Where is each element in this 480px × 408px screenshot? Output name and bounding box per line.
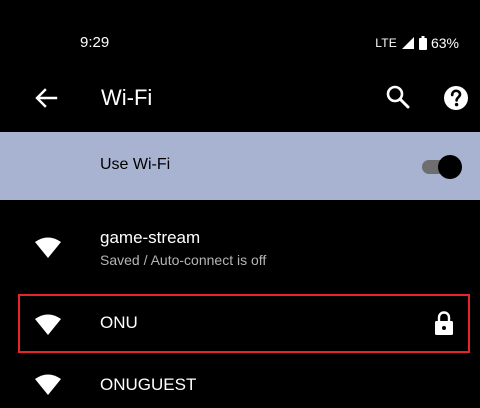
use-wifi-row[interactable]: Use Wi-Fi: [0, 132, 480, 200]
use-wifi-label: Use Wi-Fi: [100, 156, 171, 173]
search-icon[interactable]: [384, 83, 412, 111]
network-type-label: LTE: [375, 36, 397, 50]
status-time: 9:29: [80, 34, 110, 51]
page-title: Wi-Fi: [101, 85, 153, 110]
battery-icon: [418, 36, 427, 50]
network-status: Saved / Auto-connect is off: [100, 252, 267, 268]
signal-icon: [401, 37, 414, 49]
toggle-thumb: [438, 155, 462, 179]
app-bar: Wi-Fi: [0, 70, 480, 126]
network-item-game-stream[interactable]: game-stream Saved / Auto-connect is off: [0, 212, 480, 288]
back-arrow-icon[interactable]: [30, 84, 62, 112]
selection-highlight-box: [18, 294, 470, 353]
wifi-settings-screen: 9:29 LTE 63% Wi-Fi Use Wi-Fi game-stream…: [0, 0, 480, 408]
use-wifi-toggle[interactable]: [422, 154, 462, 180]
network-item-onuguest[interactable]: ONUGUEST: [0, 362, 480, 408]
status-indicators: LTE 63%: [375, 34, 459, 52]
wifi-signal-icon: [35, 374, 61, 395]
help-icon[interactable]: [441, 83, 471, 113]
network-name: game-stream: [100, 228, 201, 247]
network-name: ONUGUEST: [100, 375, 197, 394]
status-bar: 9:29 LTE 63%: [0, 0, 480, 62]
wifi-signal-icon: [35, 237, 61, 258]
battery-percentage: 63%: [430, 35, 459, 51]
